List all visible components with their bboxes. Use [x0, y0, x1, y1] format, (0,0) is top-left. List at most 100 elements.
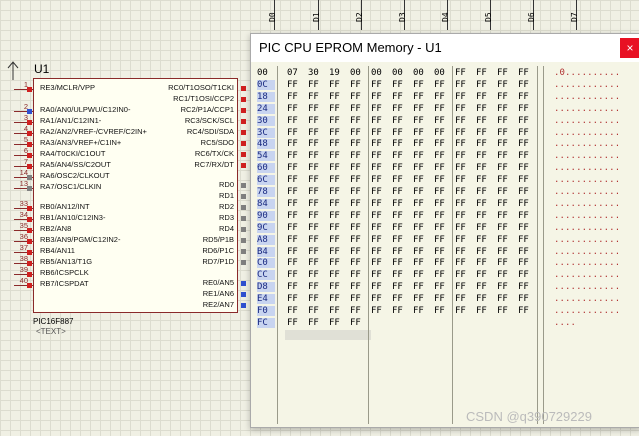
- memory-byte[interactable]: FF: [287, 270, 301, 280]
- memory-byte[interactable]: FF: [476, 294, 490, 304]
- memory-byte[interactable]: FF: [497, 128, 511, 138]
- memory-ascii[interactable]: ............: [554, 235, 620, 245]
- memory-byte[interactable]: FF: [329, 318, 343, 328]
- memory-byte[interactable]: FF: [455, 104, 469, 114]
- memory-byte[interactable]: FF: [413, 211, 427, 221]
- memory-byte[interactable]: FF: [308, 318, 322, 328]
- memory-byte[interactable]: FF: [350, 163, 364, 173]
- memory-byte[interactable]: FF: [497, 139, 511, 149]
- memory-byte[interactable]: FF: [371, 187, 385, 197]
- pin-state-indicator[interactable]: [241, 108, 246, 113]
- memory-byte[interactable]: FF: [308, 306, 322, 316]
- memory-ascii[interactable]: ............: [554, 187, 620, 197]
- memory-byte[interactable]: FF: [392, 223, 406, 233]
- memory-byte[interactable]: FF: [413, 80, 427, 90]
- memory-byte[interactable]: FF: [518, 151, 532, 161]
- memory-byte[interactable]: FF: [371, 139, 385, 149]
- memory-byte[interactable]: FF: [287, 139, 301, 149]
- memory-byte[interactable]: FF: [497, 211, 511, 221]
- eprom-memory-window[interactable]: PIC CPU EPROM Memory - U1 × 00 07 30 19 00 00…: [250, 33, 639, 428]
- memory-byte[interactable]: FF: [371, 211, 385, 221]
- memory-byte[interactable]: FF: [476, 68, 490, 78]
- memory-byte[interactable]: FF: [371, 92, 385, 102]
- memory-byte[interactable]: FF: [350, 223, 364, 233]
- memory-byte[interactable]: FF: [392, 116, 406, 126]
- memory-byte[interactable]: FF: [413, 175, 427, 185]
- memory-byte[interactable]: FF: [392, 270, 406, 280]
- memory-byte[interactable]: FF: [329, 139, 343, 149]
- memory-byte[interactable]: FF: [413, 104, 427, 114]
- pin-state-indicator[interactable]: [241, 152, 246, 157]
- memory-byte[interactable]: FF: [308, 223, 322, 233]
- memory-ascii[interactable]: ............: [554, 151, 620, 161]
- memory-byte[interactable]: FF: [392, 294, 406, 304]
- memory-byte[interactable]: FF: [518, 270, 532, 280]
- memory-byte[interactable]: 00: [371, 68, 385, 78]
- memory-byte[interactable]: FF: [497, 92, 511, 102]
- memory-ascii[interactable]: .0..........: [554, 68, 620, 78]
- memory-byte[interactable]: FF: [371, 294, 385, 304]
- memory-byte[interactable]: FF: [497, 235, 511, 245]
- pin-state-indicator[interactable]: [241, 163, 246, 168]
- pin-state-indicator[interactable]: [241, 216, 246, 221]
- memory-byte[interactable]: FF: [413, 258, 427, 268]
- memory-ascii[interactable]: ............: [554, 223, 620, 233]
- memory-byte[interactable]: FF: [476, 175, 490, 185]
- memory-byte[interactable]: FF: [308, 163, 322, 173]
- memory-byte[interactable]: FF: [392, 151, 406, 161]
- memory-byte[interactable]: 00: [434, 68, 448, 78]
- memory-byte[interactable]: FF: [287, 223, 301, 233]
- memory-byte[interactable]: FF: [434, 92, 448, 102]
- memory-byte[interactable]: FF: [476, 92, 490, 102]
- memory-byte[interactable]: FF: [413, 116, 427, 126]
- memory-byte[interactable]: FF: [392, 247, 406, 257]
- memory-byte[interactable]: FF: [350, 211, 364, 221]
- memory-byte[interactable]: FF: [455, 151, 469, 161]
- memory-byte[interactable]: FF: [518, 211, 532, 221]
- memory-byte[interactable]: FF: [350, 116, 364, 126]
- memory-byte[interactable]: FF: [350, 294, 364, 304]
- memory-byte[interactable]: FF: [350, 258, 364, 268]
- memory-byte[interactable]: FF: [455, 306, 469, 316]
- pin-state-indicator[interactable]: [241, 183, 246, 188]
- memory-byte[interactable]: FF: [455, 294, 469, 304]
- memory-byte[interactable]: FF: [308, 151, 322, 161]
- memory-byte[interactable]: FF: [434, 282, 448, 292]
- memory-byte[interactable]: FF: [476, 199, 490, 209]
- memory-byte[interactable]: FF: [518, 163, 532, 173]
- memory-byte[interactable]: FF: [434, 223, 448, 233]
- memory-ascii[interactable]: ............: [554, 139, 620, 149]
- memory-byte[interactable]: FF: [371, 258, 385, 268]
- memory-byte[interactable]: FF: [350, 187, 364, 197]
- memory-byte[interactable]: FF: [497, 247, 511, 257]
- memory-byte[interactable]: FF: [287, 175, 301, 185]
- memory-byte[interactable]: 07: [287, 68, 301, 78]
- memory-byte[interactable]: FF: [434, 187, 448, 197]
- pin-state-indicator[interactable]: [241, 249, 246, 254]
- memory-byte[interactable]: FF: [434, 294, 448, 304]
- memory-ascii[interactable]: ............: [554, 128, 620, 138]
- memory-byte[interactable]: FF: [350, 306, 364, 316]
- memory-byte[interactable]: 00: [392, 68, 406, 78]
- memory-byte[interactable]: FF: [287, 294, 301, 304]
- memory-byte[interactable]: FF: [308, 104, 322, 114]
- memory-byte[interactable]: FF: [413, 306, 427, 316]
- pin-state-indicator[interactable]: [27, 87, 32, 92]
- memory-ascii[interactable]: ............: [554, 211, 620, 221]
- memory-byte[interactable]: FF: [476, 235, 490, 245]
- memory-byte[interactable]: FF: [287, 235, 301, 245]
- memory-byte[interactable]: FF: [455, 258, 469, 268]
- memory-byte[interactable]: FF: [329, 223, 343, 233]
- memory-byte[interactable]: FF: [392, 175, 406, 185]
- memory-byte[interactable]: FF: [287, 163, 301, 173]
- pin-state-indicator[interactable]: [241, 260, 246, 265]
- memory-byte[interactable]: FF: [476, 306, 490, 316]
- memory-byte[interactable]: FF: [308, 247, 322, 257]
- memory-ascii[interactable]: ............: [554, 306, 620, 316]
- memory-byte[interactable]: FF: [287, 247, 301, 257]
- memory-byte[interactable]: FF: [476, 80, 490, 90]
- memory-byte[interactable]: FF: [476, 187, 490, 197]
- memory-byte[interactable]: FF: [287, 151, 301, 161]
- memory-byte[interactable]: FF: [413, 270, 427, 280]
- memory-byte[interactable]: 30: [308, 68, 322, 78]
